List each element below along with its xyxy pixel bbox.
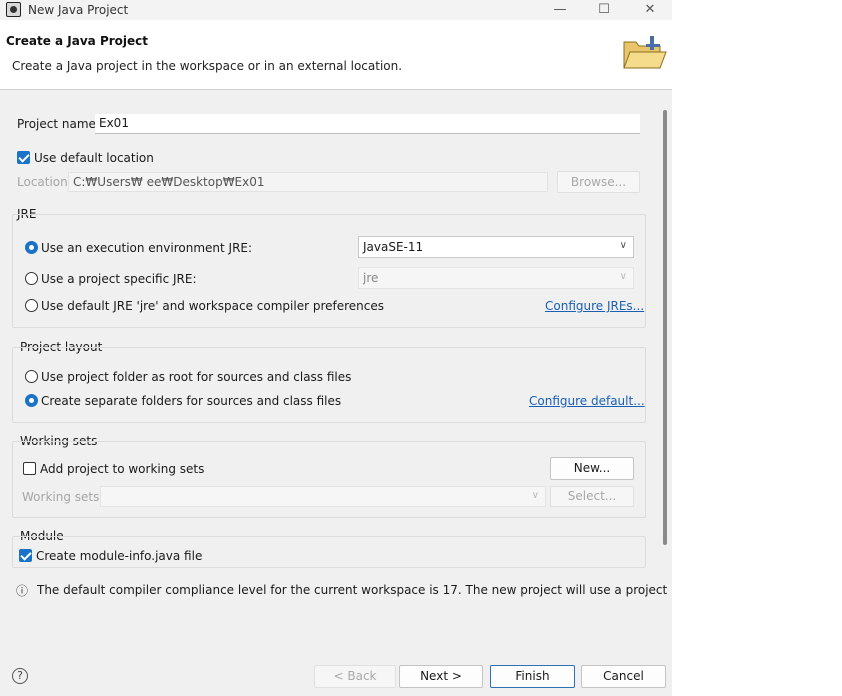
layout-separate-folders-label: Create separate folders for sources and … [41,394,342,408]
chevron-down-icon: ∨ [619,240,627,251]
close-button[interactable]: ✕ [630,0,670,20]
jre-default-label: Use default JRE 'jre' and workspace comp… [41,299,385,313]
project-name-label: Project name: [17,117,100,131]
use-default-location-label: Use default location [34,151,154,165]
back-button[interactable]: < Back [314,665,396,688]
jre-execution-environment-radio[interactable] [25,241,38,254]
project-name-value: Ex01 [99,116,129,130]
select-working-sets-button[interactable]: Select... [550,486,634,507]
add-to-working-sets-label: Add project to working sets [40,462,205,476]
project-name-input[interactable]: Ex01 [95,114,640,134]
help-icon[interactable]: ? [12,668,28,684]
use-default-location-checkbox[interactable] [17,151,30,164]
info-message: The default compiler compliance level fo… [37,583,668,597]
execution-environment-select[interactable]: JavaSE-11 ∨ [358,236,634,258]
next-button[interactable]: Next > [399,665,483,688]
create-module-info-label: Create module-info.java file [36,549,203,563]
window-titlebar: New Java Project — ☐ ✕ [0,0,672,20]
new-java-project-dialog: New Java Project — ☐ ✕ Create a Java Pro… [0,0,672,696]
location-label: Location: [17,175,72,189]
jre-project-specific-label: Use a project specific JRE: [41,272,197,286]
wizard-title: Create a Java Project [6,34,149,48]
working-sets-select[interactable]: ∨ [100,486,546,507]
minimize-button[interactable]: — [540,0,580,20]
chevron-down-icon: ∨ [531,490,539,501]
java-folder-wizard-icon [623,36,667,69]
project-layout-group [12,347,646,423]
configure-jres-link[interactable]: Configure JREs... [545,299,644,313]
add-to-working-sets-checkbox[interactable] [23,462,36,475]
layout-root-folder-label: Use project folder as root for sources a… [41,370,352,384]
jre-default-radio[interactable] [25,299,38,312]
info-icon: ⓘ [16,584,29,598]
layout-separate-folders-radio[interactable] [25,394,38,407]
execution-environment-value: JavaSE-11 [363,240,424,254]
configure-default-link[interactable]: Configure default... [529,394,645,408]
window-title: New Java Project [28,3,129,17]
browse-button[interactable]: Browse... [557,171,640,193]
layout-root-folder-radio[interactable] [25,370,38,383]
maximize-button[interactable]: ☐ [584,0,624,20]
cancel-button[interactable]: Cancel [581,665,666,688]
eclipse-app-icon [6,2,21,17]
create-module-info-checkbox[interactable] [19,549,32,562]
new-working-set-button[interactable]: New... [550,457,634,480]
location-input[interactable]: C:₩Users₩ ee₩Desktop₩Ex01 [68,172,548,192]
jre-project-specific-radio[interactable] [25,272,38,285]
working-sets-label: Working sets: [22,490,104,504]
location-value: C:₩Users₩ ee₩Desktop₩Ex01 [73,175,265,189]
chevron-down-icon: ∨ [619,271,627,282]
project-specific-jre-value: jre [363,271,379,285]
wizard-header: Create a Java Project Create a Java proj… [0,20,672,90]
finish-button[interactable]: Finish [490,665,575,688]
jre-execution-environment-label: Use an execution environment JRE: [41,241,253,255]
vertical-scrollbar[interactable] [663,110,667,545]
project-specific-jre-select[interactable]: jre ∨ [358,267,634,289]
wizard-description: Create a Java project in the workspace o… [12,59,403,73]
